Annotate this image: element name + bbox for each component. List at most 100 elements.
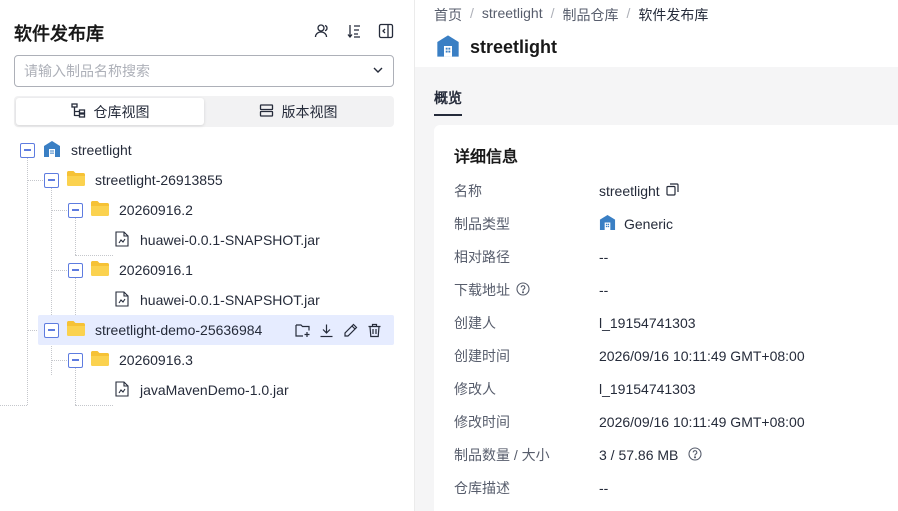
tree-node-label: streetlight	[71, 142, 132, 158]
row-actions	[294, 322, 383, 339]
product-search[interactable]	[14, 55, 394, 87]
search-input[interactable]	[24, 63, 372, 79]
tree-node-file[interactable]: javaMavenDemo-1.0.jar	[115, 375, 289, 405]
tree-node-folder[interactable]: 20260916.2	[68, 195, 193, 225]
main-panel: 首页 / streetlight / 制品仓库 / 软件发布库 streetli…	[415, 0, 898, 511]
detail-value: 3 / 57.86 MB	[599, 447, 679, 463]
detail-row-type: 制品类型 Generic	[454, 214, 673, 234]
tree-node-label: 20260916.3	[119, 352, 193, 368]
tree-node-label: 20260916.1	[119, 262, 193, 278]
tree-view-icon	[70, 102, 86, 121]
tree-node-label: streetlight-26913855	[95, 172, 223, 188]
tree-node-folder[interactable]: 20260916.3	[68, 345, 193, 375]
page-title: streetlight	[470, 37, 558, 57]
detail-value: l_19154741303	[599, 381, 696, 397]
detail-value: streetlight	[599, 183, 660, 199]
tree-node-folder[interactable]: streetlight-26913855	[44, 165, 223, 195]
detail-value: --	[599, 249, 609, 265]
collapse-toggle[interactable]	[68, 202, 83, 218]
add-folder-icon[interactable]	[294, 322, 311, 339]
detail-row-path: 相对路径 --	[454, 247, 608, 267]
detail-value: 2026/09/16 10:11:49 GMT+08:00	[599, 348, 805, 364]
breadcrumb: 首页 / streetlight / 制品仓库 / 软件发布库	[434, 5, 709, 25]
view-switch: 仓库视图 版本视图	[14, 96, 394, 127]
member-icon[interactable]	[313, 22, 331, 40]
tab-repository-view[interactable]: 仓库视图	[16, 98, 204, 125]
detail-row-count-size: 制品数量 / 大小 3 / 57.86 MB	[454, 445, 702, 465]
detail-row-modifier: 修改人 l_19154741303	[454, 379, 696, 399]
help-icon[interactable]	[688, 446, 702, 464]
file-icon	[115, 290, 129, 310]
detail-row-created-time: 创建时间 2026/09/16 10:11:49 GMT+08:00	[454, 346, 805, 366]
detail-row-modified-time: 修改时间 2026/09/16 10:11:49 GMT+08:00	[454, 412, 805, 432]
details-title: 详细信息	[454, 149, 519, 166]
copy-icon[interactable]	[666, 183, 679, 199]
breadcrumb-home[interactable]: 首页	[434, 5, 462, 25]
detail-value: l_19154741303	[599, 315, 696, 331]
breadcrumb-artifact-repo[interactable]: 制品仓库	[562, 5, 618, 25]
tab-bar: 概览	[434, 88, 462, 116]
chevron-down-icon[interactable]	[372, 63, 384, 79]
repository-icon	[436, 34, 460, 61]
tree-node-folder[interactable]: 20260916.1	[68, 255, 193, 285]
delete-icon[interactable]	[366, 322, 383, 339]
file-icon	[115, 230, 129, 250]
folder-icon	[91, 201, 109, 219]
tree-node-file[interactable]: huawei-0.0.1-SNAPSHOT.jar	[115, 285, 320, 315]
tree-node-label: 20260916.2	[119, 202, 193, 218]
detail-row-description: 仓库描述 --	[454, 478, 608, 498]
tree-node-file[interactable]: huawei-0.0.1-SNAPSHOT.jar	[115, 225, 320, 255]
detail-value: --	[599, 282, 609, 298]
tree-node-folder-selected[interactable]: streetlight-demo-25636984	[38, 315, 394, 345]
folder-icon	[67, 171, 85, 189]
tree-node-repository[interactable]: streetlight	[20, 135, 132, 165]
file-icon	[115, 380, 129, 400]
collapse-toggle[interactable]	[20, 142, 35, 158]
detail-label: 创建时间	[454, 348, 510, 364]
detail-label: 修改时间	[454, 414, 510, 430]
left-panel: 软件发布库 仓库视图 版本视图	[0, 0, 414, 511]
detail-label: 仓库描述	[454, 480, 510, 496]
detail-label: 制品数量 / 大小	[454, 447, 550, 463]
sidebar-title: 软件发布库	[14, 24, 104, 44]
generic-type-icon	[599, 214, 616, 234]
download-icon[interactable]	[318, 322, 335, 339]
tree-node-label: javaMavenDemo-1.0.jar	[140, 382, 289, 398]
folder-icon	[91, 261, 109, 279]
breadcrumb-current: 软件发布库	[638, 7, 709, 23]
details-card: 详细信息 名称 streetlight 制品类型 Generic 相对路径 --	[434, 125, 898, 511]
detail-value: --	[599, 480, 609, 496]
detail-row-name: 名称 streetlight	[454, 181, 679, 201]
collapse-toggle[interactable]	[68, 262, 83, 278]
tree-node-label: streetlight-demo-25636984	[95, 322, 263, 338]
detail-row-download: 下载地址 --	[454, 280, 608, 300]
detail-row-creator: 创建人 l_19154741303	[454, 313, 696, 333]
collapse-toggle[interactable]	[68, 352, 83, 368]
sort-icon[interactable]	[345, 22, 363, 40]
detail-label: 修改人	[454, 381, 496, 397]
collapse-toggle[interactable]	[44, 172, 59, 188]
help-icon[interactable]	[516, 281, 530, 299]
detail-value: Generic	[624, 216, 674, 232]
breadcrumb-project[interactable]: streetlight	[482, 5, 543, 25]
detail-label: 相对路径	[454, 249, 510, 265]
edit-icon[interactable]	[342, 322, 359, 339]
version-view-icon	[259, 103, 274, 121]
tab-version-view-label: 版本视图	[281, 103, 338, 120]
tree-node-label: huawei-0.0.1-SNAPSHOT.jar	[140, 292, 320, 308]
tab-version-view[interactable]: 版本视图	[204, 98, 392, 125]
detail-value: 2026/09/16 10:11:49 GMT+08:00	[599, 414, 805, 430]
tab-area	[415, 67, 898, 117]
collapse-panel-icon[interactable]	[377, 22, 395, 40]
detail-label: 下载地址	[454, 282, 510, 298]
repo-header: streetlight	[436, 34, 557, 61]
tab-overview[interactable]: 概览	[434, 88, 462, 116]
tree-node-label: huawei-0.0.1-SNAPSHOT.jar	[140, 232, 320, 248]
collapse-toggle[interactable]	[44, 322, 59, 338]
detail-label: 制品类型	[454, 216, 510, 232]
folder-icon	[91, 351, 109, 369]
detail-label: 名称	[454, 183, 482, 199]
detail-label: 创建人	[454, 315, 496, 331]
folder-icon	[67, 321, 85, 339]
tab-repository-view-label: 仓库视图	[93, 103, 150, 120]
